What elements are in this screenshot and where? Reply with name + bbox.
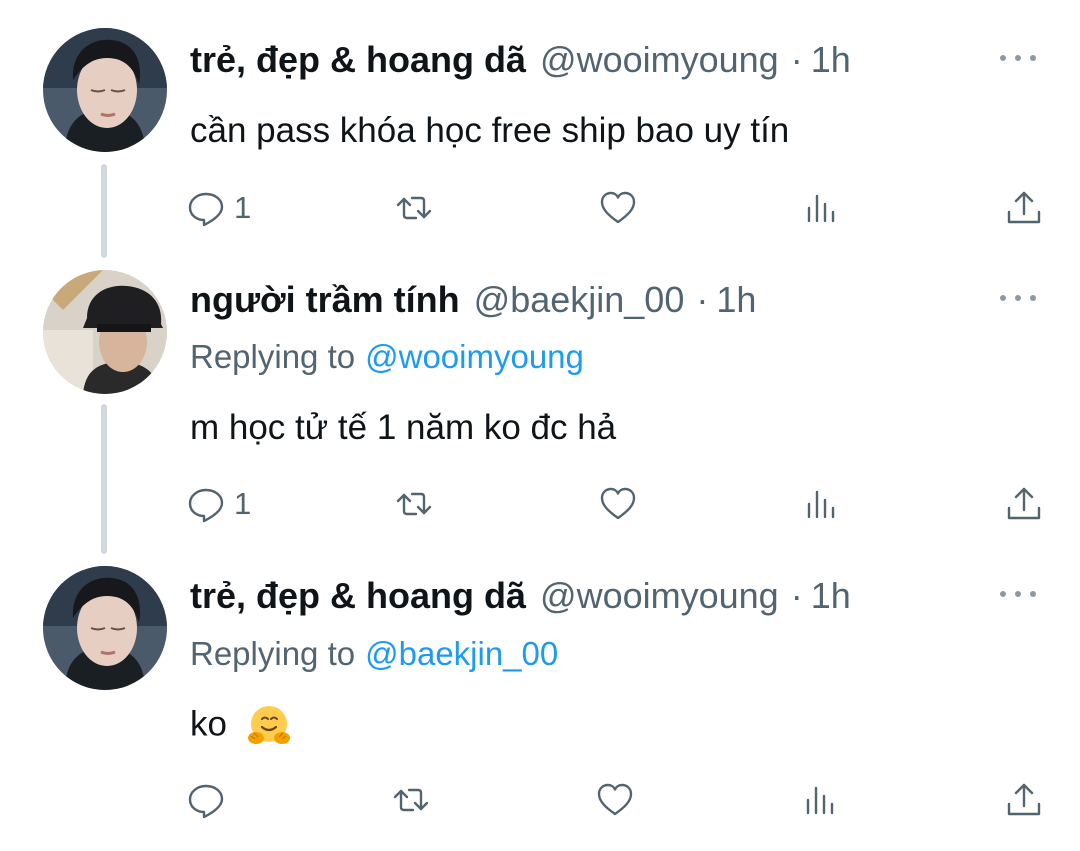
reply-count: 1 — [234, 190, 252, 225]
thread-connector-line — [101, 164, 107, 258]
display-name[interactable]: người trầm tính — [190, 278, 460, 322]
tweet-actions — [186, 776, 1044, 824]
tweet-text: cần pass khóa học free ship bao uy tín — [190, 111, 790, 150]
thread-connector-line — [101, 404, 107, 554]
tweet-text-container: ko — [190, 702, 293, 750]
display-name[interactable]: trẻ, đẹp & hoang dã — [190, 38, 526, 82]
reply-button[interactable] — [186, 780, 246, 820]
share-button[interactable] — [1004, 780, 1044, 820]
share-button[interactable] — [1004, 484, 1044, 524]
retweet-button[interactable] — [391, 780, 451, 820]
display-name[interactable]: trẻ, đẹp & hoang dã — [190, 574, 526, 618]
mention-link[interactable]: @baekjin_00 — [365, 635, 558, 672]
replying-to: Replying to @baekjin_00 — [190, 633, 558, 675]
like-button[interactable] — [595, 780, 655, 820]
separator-dot: · — [790, 575, 803, 616]
reply-icon — [188, 192, 224, 227]
avatar-image — [43, 270, 167, 394]
more-icon[interactable] — [1000, 288, 1036, 308]
retweet-icon — [397, 196, 432, 220]
avatar-image — [43, 28, 167, 152]
more-icon[interactable] — [1000, 584, 1036, 604]
tweet[interactable]: người trầm tính @baekjin_00 · 1h Replyin… — [0, 266, 1080, 558]
retweet-button[interactable] — [394, 484, 454, 524]
tweet-header: người trầm tính @baekjin_00 · 1h — [190, 278, 756, 322]
share-icon — [1007, 191, 1041, 224]
user-handle[interactable]: @wooimyoung — [540, 38, 779, 82]
replying-label: Replying to — [190, 635, 356, 672]
mention-link[interactable]: @wooimyoung — [365, 338, 584, 375]
separator-dot: · — [790, 39, 803, 80]
retweet-icon — [393, 788, 428, 812]
views-button[interactable] — [800, 780, 860, 820]
avatar[interactable] — [43, 566, 167, 690]
separator-dot: · — [696, 279, 709, 320]
reply-icon — [188, 784, 224, 819]
reply-count: 1 — [234, 486, 252, 521]
retweet-button[interactable] — [394, 188, 454, 228]
tweet[interactable]: trẻ, đẹp & hoang dã @wooimyoung · 1h cần… — [0, 24, 1080, 262]
replying-to: Replying to @wooimyoung — [190, 336, 584, 378]
tweet-actions: 1 — [186, 480, 1044, 528]
like-icon — [597, 783, 633, 816]
avatar[interactable] — [43, 270, 167, 394]
tweet-header: trẻ, đẹp & hoang dã @wooimyoung · 1h — [190, 574, 851, 618]
avatar-image — [43, 566, 167, 690]
tweet-header: trẻ, đẹp & hoang dã @wooimyoung · 1h — [190, 38, 851, 82]
conversation-thread: trẻ, đẹp & hoang dã @wooimyoung · 1h cần… — [0, 0, 1080, 851]
share-button[interactable] — [1004, 188, 1044, 228]
user-handle[interactable]: @wooimyoung — [540, 574, 779, 618]
like-button[interactable] — [598, 484, 658, 524]
share-icon — [1007, 487, 1041, 520]
replying-label: Replying to — [190, 338, 356, 375]
views-icon — [806, 786, 833, 815]
timestamp[interactable]: 1h — [811, 574, 851, 618]
like-button[interactable] — [598, 188, 658, 228]
user-handle[interactable]: @baekjin_00 — [474, 278, 685, 322]
tweet[interactable]: trẻ, đẹp & hoang dã @wooimyoung · 1h Rep… — [0, 562, 1080, 851]
views-button[interactable] — [801, 188, 861, 228]
hugging-face-emoji — [247, 706, 290, 744]
like-icon — [600, 191, 635, 224]
like-icon — [600, 487, 635, 520]
views-button[interactable] — [801, 484, 861, 524]
tweet-text: m học tử tế 1 năm ko đc hả — [190, 408, 617, 447]
share-icon — [1007, 783, 1041, 816]
reply-icon — [188, 488, 224, 523]
avatar[interactable] — [43, 28, 167, 152]
retweet-icon — [397, 492, 432, 516]
tweet-actions: 1 — [186, 184, 1044, 232]
timestamp[interactable]: 1h — [811, 38, 851, 82]
views-icon — [807, 490, 835, 519]
timestamp[interactable]: 1h — [716, 278, 756, 322]
views-icon — [807, 194, 835, 223]
more-icon[interactable] — [1000, 48, 1036, 68]
tweet-text: ko — [190, 704, 227, 744]
reply-button[interactable]: 1 — [186, 484, 251, 524]
reply-button[interactable]: 1 — [186, 188, 251, 228]
